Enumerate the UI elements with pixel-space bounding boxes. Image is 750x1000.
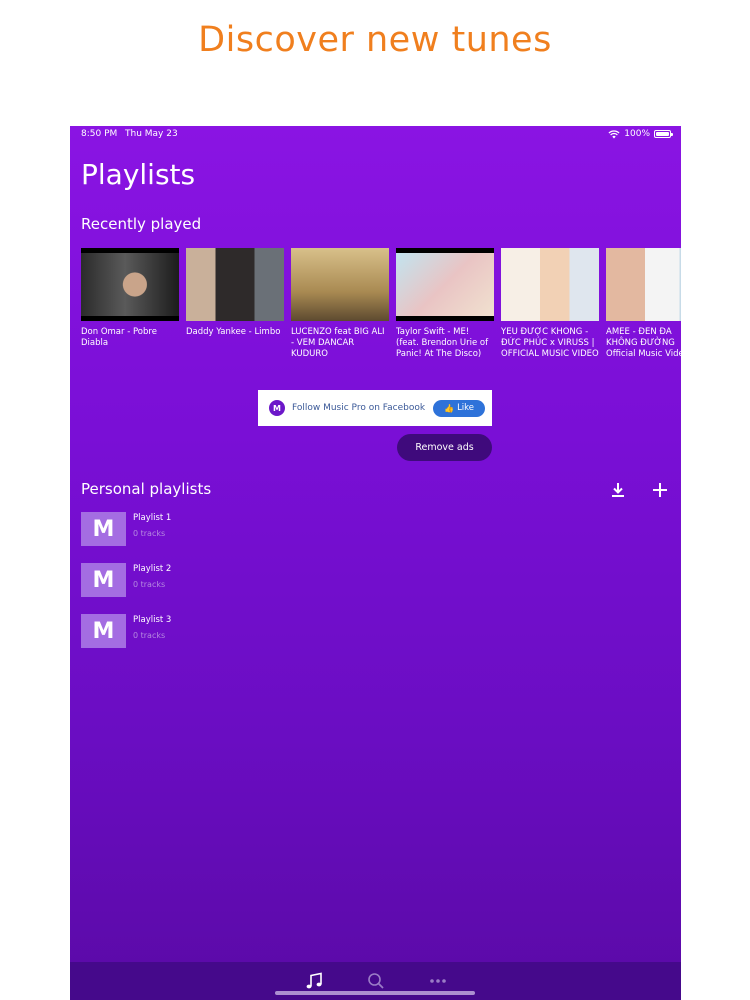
video-card[interactable]: LUCENZO feat BIG ALI - VEM DANCAR KUDURO [291,248,389,360]
promo-headline: Discover new tunes [198,20,552,60]
page-title: Playlists [81,158,196,191]
playlist-text: Playlist 2 0 tracks [133,563,171,599]
video-title: Taylor Swift - ME! (feat. Brendon Urie o… [396,327,489,359]
video-thumbnail[interactable] [81,248,179,321]
video-thumbnail[interactable] [501,248,599,321]
facebook-follow-text[interactable]: Follow Music Pro on Facebook [292,403,425,413]
status-right: 100% [608,129,673,139]
video-card[interactable]: YÊU ĐƯỢC KHÔNG - ĐỨC PHÚC x VIRUSS | OFF… [501,248,599,360]
playlist-track-count: 0 tracks [133,631,166,640]
video-title: Daddy Yankee - Limbo [186,327,281,337]
thumbs-up-icon: 👍 [444,403,455,413]
recently-played-list[interactable]: Don Omar - Pobre Diabla Daddy Yankee - L… [81,248,681,360]
video-card[interactable]: Taylor Swift - ME! (feat. Brendon Urie o… [396,248,494,360]
playlist-track-count: 0 tracks [133,580,166,589]
status-date: Thu May 23 [125,129,178,139]
more-icon [429,979,446,983]
add-playlist-icon[interactable] [651,481,669,499]
playlist-cover: M [81,614,126,648]
like-label: Like [457,403,475,413]
music-pro-logo-icon: M [269,400,285,416]
facebook-follow-banner[interactable]: M Follow Music Pro on Facebook 👍 Like [258,390,492,426]
personal-playlists-title: Personal playlists [81,480,212,498]
video-title: AMEE - ĐEN ĐÁ KHÔNG ĐƯỜNG Official Music… [606,327,681,359]
music-note-icon [306,972,322,989]
video-card[interactable]: Don Omar - Pobre Diabla [81,248,179,360]
search-icon [367,973,384,989]
recently-played-title: Recently played [81,215,202,233]
battery-icon [654,130,673,138]
playlist-cover: M [81,512,126,546]
playlist-name: Playlist 1 [133,513,172,523]
playlist-text: Playlist 1 0 tracks [133,512,171,548]
app-screen: 8:50 PM Thu May 23 100% Playlists Recent… [70,126,681,1000]
tab-more[interactable] [426,969,450,993]
facebook-like-button[interactable]: 👍 Like [433,399,486,417]
remove-ads-button[interactable]: Remove ads [397,434,492,461]
download-icon[interactable] [609,481,627,499]
playlist-name: Playlist 2 [133,564,172,574]
status-bar: 8:50 PM Thu May 23 100% [70,126,681,144]
video-title: YÊU ĐƯỢC KHÔNG - ĐỨC PHÚC x VIRUSS | OFF… [501,327,599,359]
status-time: 8:50 PM [81,129,118,139]
tab-bar [70,962,681,1000]
tab-music[interactable] [302,969,326,993]
playlist-track-count: 0 tracks [133,529,166,538]
video-card[interactable]: AMEE - ĐEN ĐÁ KHÔNG ĐƯỜNG Official Music… [606,248,681,360]
video-card[interactable]: Daddy Yankee - Limbo [186,248,284,360]
playlist-item[interactable]: M Playlist 2 0 tracks [81,563,171,599]
playlist-item[interactable]: M Playlist 3 0 tracks [81,614,171,650]
video-thumbnail[interactable] [291,248,389,321]
tab-search[interactable] [364,969,388,993]
video-thumbnail[interactable] [606,248,681,321]
wifi-icon [608,129,620,138]
playlist-name: Playlist 3 [133,615,172,625]
playlist-text: Playlist 3 0 tracks [133,614,171,650]
video-thumbnail[interactable] [186,248,284,321]
video-title: Don Omar - Pobre Diabla [81,327,157,348]
video-title: LUCENZO feat BIG ALI - VEM DANCAR KUDURO [291,327,385,359]
battery-percent: 100% [624,129,650,139]
playlist-item[interactable]: M Playlist 1 0 tracks [81,512,171,548]
video-thumbnail[interactable] [396,248,494,321]
playlist-cover: M [81,563,126,597]
home-indicator [275,991,475,995]
